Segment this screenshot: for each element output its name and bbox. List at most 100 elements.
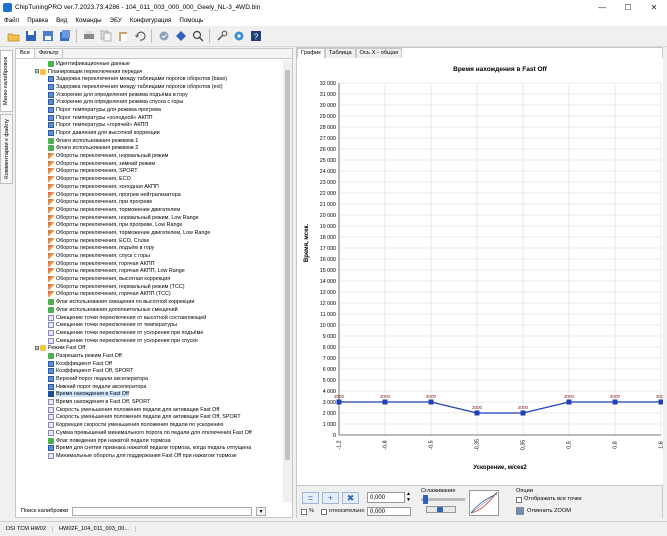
save-as-icon[interactable] [40, 29, 55, 44]
tree-item[interactable]: Верхний порог педали акселератора [16, 375, 282, 383]
tree-item[interactable]: Обороты переключения, высотная коррекция [16, 275, 282, 283]
tree-item[interactable]: Смещение точки переключения от ускорения… [16, 337, 282, 345]
tree-item[interactable]: Обороты переключения, горячая АКПП (TCC) [16, 291, 282, 299]
menu-view[interactable]: Вид [52, 17, 71, 24]
tree-item[interactable]: Коэффициент Fast Off [16, 360, 282, 368]
tree-item[interactable]: Обороты переключения, нормальный режим, … [16, 214, 282, 222]
value-input[interactable]: 0,000 [367, 492, 405, 503]
tree-item[interactable]: Сумма превышений минимального порога по … [16, 429, 282, 437]
tree-item[interactable]: Разрешить режим Fast Off [16, 352, 282, 360]
save-icon[interactable] [23, 29, 38, 44]
tree-item[interactable]: Порог температуры «горячей» АКПП [16, 122, 282, 130]
multiply-value-button[interactable]: ✖ [342, 492, 359, 504]
show-all-points-checkbox[interactable] [516, 497, 522, 503]
relative-checkbox[interactable] [321, 509, 327, 515]
tree-item[interactable]: Обороты переключения, горячая АКПП [16, 260, 282, 268]
folder-open-icon[interactable] [6, 29, 21, 44]
tree-item[interactable]: Обороты переключения, холодная АКПП [16, 183, 282, 191]
tree-item[interactable]: Задержка переключения между таблицами по… [16, 75, 282, 83]
scrollbar-thumb[interactable] [285, 70, 290, 460]
tree-item[interactable]: Ускорение для определения режима спуска … [16, 98, 282, 106]
cancel-zoom-icon[interactable] [516, 507, 524, 515]
tree-item[interactable]: Обороты переключения, торможение двигате… [16, 229, 282, 237]
tab-axis-x[interactable]: Ось X - общая [355, 48, 403, 58]
tree-item[interactable]: Коррекция скорости уменьшения положения … [16, 421, 282, 429]
tree-item[interactable]: Ускорение для определения режима подъёма… [16, 91, 282, 99]
tree-item[interactable]: Флаги использования режимов 1 [16, 137, 282, 145]
tree-item[interactable]: Задержка переключения между таблицами по… [16, 83, 282, 91]
tree-item[interactable]: Обороты переключения, нормальный режим [16, 152, 282, 160]
tree-item[interactable]: Обороты переключения, подъём в гору [16, 245, 282, 253]
tree-item[interactable]: Обороты переключения, спуск с горы [16, 252, 282, 260]
smoothing-curves-icon[interactable] [469, 490, 499, 516]
tree-item[interactable]: Минимальные обороты для поддержания Fast… [16, 452, 282, 460]
tree-item[interactable]: Флаг использования дополнительных смещен… [16, 306, 282, 314]
tree-item[interactable]: Обороты переключения, зимний режим [16, 160, 282, 168]
tools-icon[interactable] [214, 29, 229, 44]
save-all-icon[interactable] [57, 29, 72, 44]
copy-icon[interactable] [98, 29, 113, 44]
close-button[interactable]: ✕ [641, 0, 667, 15]
tree-item[interactable]: ⊟ Режим Fast Off [16, 344, 282, 352]
menu-edit[interactable]: Правка [23, 17, 52, 24]
tree-item[interactable]: Время нахождения в Fast Off, SPORT [16, 398, 282, 406]
minimize-button[interactable]: — [589, 0, 615, 15]
spin-down-icon[interactable]: ▼ [406, 497, 411, 503]
tree-item[interactable]: Флаг использования смещения по высотной … [16, 298, 282, 306]
compare-icon[interactable] [173, 29, 188, 44]
add-value-button[interactable]: + [322, 492, 339, 504]
menu-help[interactable]: Помощь [175, 17, 207, 24]
tree-item[interactable]: Обороты переключения, при прогреве [16, 198, 282, 206]
relative-value-input[interactable]: 0,000 [367, 507, 411, 516]
tree-item[interactable]: Обороты переключения, торможение двигате… [16, 206, 282, 214]
tree-item[interactable]: Порог температуры «холодной» АКПП [16, 114, 282, 122]
tree-item[interactable]: Обороты переключения, ECO, Cruise [16, 237, 282, 245]
tree-scrollbar[interactable] [283, 60, 292, 502]
search-input[interactable] [72, 506, 253, 516]
tree-item[interactable]: Порог температуры для режима прогрева [16, 106, 282, 114]
tree-item[interactable]: Обороты переключения, горячая АКПП, Low … [16, 268, 282, 276]
side-tab-comments[interactable]: Комментарии к файлу [0, 114, 13, 184]
undo-icon[interactable] [132, 29, 147, 44]
tree-item[interactable]: Скорость уменьшения положения педали для… [16, 414, 282, 422]
smoothing-button[interactable] [426, 506, 456, 513]
tree-item[interactable]: Обороты переключения, ECO [16, 175, 282, 183]
tree-item[interactable]: Скорость уменьшения положения педали для… [16, 406, 282, 414]
search-dropdown-button[interactable]: ▾ [256, 506, 267, 516]
tree-item[interactable]: Флаг поведения при нажатой педали тормоз… [16, 437, 282, 445]
tree-item[interactable]: Нижний порог педали акселератора [16, 383, 282, 391]
set-value-button[interactable]: = [302, 492, 319, 504]
tree-item[interactable]: Идентификационные данные [16, 60, 282, 68]
chart-canvas[interactable]: Время нахождения в Fast Off 0 1 000 2 000 3 … [298, 58, 663, 484]
tree-item[interactable]: Коэффициент Fast Off, SPORT [16, 368, 282, 376]
search-icon[interactable] [190, 29, 205, 44]
tree-item[interactable]: Флаги использования режимов 2 [16, 145, 282, 153]
tab-all[interactable]: Все [16, 49, 35, 58]
percent-checkbox[interactable] [301, 509, 307, 515]
tree-item[interactable]: ⊟ Планировщик переключения передач [16, 68, 282, 76]
settings-icon[interactable] [231, 29, 246, 44]
tree-item[interactable]: Смещение точки переключения от высотной … [16, 314, 282, 322]
checksum-icon[interactable] [156, 29, 171, 44]
side-tab-maps[interactable]: Меню калибровок [0, 50, 13, 112]
menu-configuration[interactable]: Конфигурация [126, 17, 176, 24]
tree-item[interactable]: Время для снятия признака нажатой педали… [16, 444, 282, 452]
tree-item[interactable]: Обороты переключения, нормальный режим (… [16, 283, 282, 291]
smoothing-slider-handle[interactable] [423, 495, 428, 504]
tree-item[interactable]: Порог давления для высотной коррекции [16, 129, 282, 137]
menu-file[interactable]: Файл [0, 17, 23, 24]
print-icon[interactable] [81, 29, 96, 44]
help-icon[interactable]: ? [248, 29, 263, 44]
tree-item[interactable]: Обороты переключения, SPORT [16, 168, 282, 176]
tree-item[interactable]: Обороты переключения, прогрев нейтрализа… [16, 191, 282, 199]
tree-item[interactable]: Время нахождения в Fast Off [16, 391, 282, 399]
tab-table[interactable]: Таблица [324, 48, 356, 58]
maximize-button[interactable]: ☐ [615, 0, 641, 15]
menu-commands[interactable]: Команды [71, 17, 105, 24]
cancel-zoom-button[interactable]: Отменить ZOOM [527, 508, 571, 514]
menu-ecu[interactable]: ЭБУ [106, 17, 126, 24]
paste-icon[interactable] [115, 29, 130, 44]
tree-item[interactable]: Смещение точки переключения от температу… [16, 321, 282, 329]
tree-item[interactable]: Смещение точки переключения от ускорения… [16, 329, 282, 337]
tab-filter[interactable]: Фильтр [35, 49, 64, 58]
